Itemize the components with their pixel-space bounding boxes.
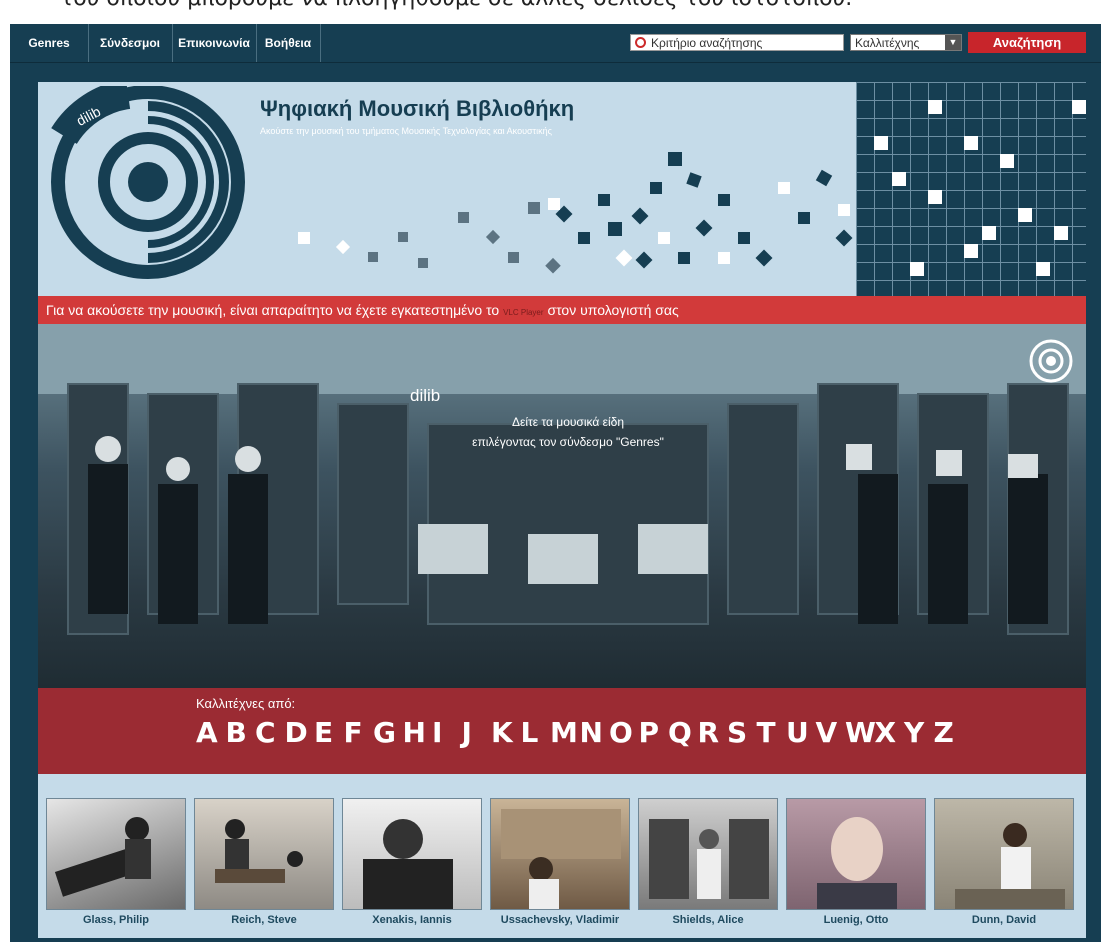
letter-link-k[interactable]: K [491,716,521,749]
artist-card[interactable]: Reich, Steve [194,798,334,926]
letter-link-i[interactable]: I [432,716,462,749]
letter-link-t[interactable]: T [757,716,787,749]
artist-photo[interactable] [342,798,482,910]
artist-photo[interactable] [786,798,926,910]
vlc-player-link[interactable]: VLC Player [503,308,543,317]
letter-link-s[interactable]: S [727,716,757,749]
nav-item-links[interactable]: Σύνδεσμοι [88,24,173,62]
studio-photo-icon [215,819,303,883]
letter-link-g[interactable]: G [373,716,403,749]
artist-photo[interactable] [46,798,186,910]
letter-link-b[interactable]: B [226,716,256,749]
portrait-photo-icon [955,823,1065,909]
letter-link-w[interactable]: W [845,716,876,749]
letter-link-r[interactable]: R [698,716,728,749]
chevron-down-icon[interactable]: ▼ [945,35,961,50]
portrait-photo-icon [817,817,897,909]
artist-card[interactable]: Dunn, David [934,798,1074,926]
artist-name[interactable]: Reich, Steve [194,914,334,926]
search-input[interactable]: Κριτήριο αναζήτησης [630,34,844,51]
computer-room-photo [38,324,1086,635]
caption-text: του οποίου μπορούμε να πλοηγηθούμε σε άλ… [60,0,852,11]
letter-link-l[interactable]: L [521,716,551,749]
featured-artists: Glass, Philip Reich, Steve Xenakis, Iann… [38,774,1086,938]
letter-link-y[interactable]: Y [904,716,934,749]
document-caption: του οποίου μπορούμε να πλοηγηθούμε σε άλ… [0,0,1103,24]
letter-link-u[interactable]: U [786,716,816,749]
header-banner: dilib Ψηφιακή Μουσική Βιβλιοθήκη Ακούστε… [38,82,1086,296]
letter-link-n[interactable]: N [580,716,610,749]
notice-text-after: στον υπολογιστή σας [547,302,679,318]
synthesizer-photo-icon [649,819,769,899]
artist-card[interactable]: Luenig, Otto [786,798,926,926]
letter-link-z[interactable]: Z [934,716,964,749]
search-icon [635,37,646,48]
hero-caption-line2: επιλέγοντας τον σύνδεσμο "Genres" [472,435,664,449]
hero-caption: Δείτε τα μουσικά είδη επιλέγοντας τον σύ… [418,412,718,452]
letter-link-v[interactable]: V [816,716,846,749]
artist-card[interactable]: Glass, Philip [46,798,186,926]
search-type-value: Καλλιτέχνης [855,36,920,50]
letter-link-m[interactable]: M [550,716,580,749]
alphabet-letters: A B C D E F G H I J K L M N O P Q R S T … [196,716,963,749]
letter-link-q[interactable]: Q [668,716,698,749]
hero-brand: dilib [410,386,441,405]
piano-player-photo-icon [54,817,151,897]
artist-alphabet-band: Καλλιτέχνες από: A B C D E F G H I J K L… [38,688,1086,774]
letter-link-e[interactable]: E [314,716,344,749]
letter-link-f[interactable]: F [344,716,374,749]
portrait-photo-icon [363,819,453,909]
hero-caption-line1: Δείτε τα μουσικά είδη [511,415,624,429]
artist-photo[interactable] [934,798,1074,910]
artist-photo[interactable] [194,798,334,910]
artist-photo[interactable] [638,798,778,910]
pixel-grid-graphic [856,82,1086,296]
grid-squares-icon [874,100,1086,276]
nav-item-help[interactable]: Βοήθεια [256,24,321,62]
artist-card[interactable]: Xenakis, Iannis [342,798,482,926]
artist-name[interactable]: Ussachevsky, Vladimir [490,914,630,926]
letter-link-o[interactable]: O [609,716,639,749]
letter-link-x[interactable]: X [875,716,905,749]
artist-name[interactable]: Luenig, Otto [786,914,926,926]
hero-image: dilib Δείτε τα μουσικά είδη επιλέγοντας … [38,324,1086,688]
letter-link-c[interactable]: C [255,716,285,749]
artist-name[interactable]: Shields, Alice [638,914,778,926]
search-button[interactable]: Αναζήτηση [968,32,1086,53]
top-nav: Genres Σύνδεσμοι Επικοινωνία Βοήθεια Κρι… [10,24,1101,63]
nav-item-genres[interactable]: Genres [10,24,89,62]
artist-name[interactable]: Xenakis, Iannis [342,914,482,926]
vlc-notice-bar: Για να ακούσετε την μουσική, είναι απαρα… [38,296,1086,324]
lab-photo-icon [501,809,621,909]
letter-link-j[interactable]: J [462,716,492,749]
search-placeholder: Κριτήριο αναζήτησης [651,36,763,50]
dilib-small-logo-icon [1029,339,1073,383]
search-type-select[interactable]: Καλλιτέχνης ▼ [850,34,962,51]
alphabet-label: Καλλιτέχνες από: [196,696,296,711]
letter-link-p[interactable]: P [639,716,669,749]
artist-name[interactable]: Dunn, David [934,914,1074,926]
artist-card[interactable]: Shields, Alice [638,798,778,926]
letter-link-h[interactable]: H [403,716,433,749]
letter-link-d[interactable]: D [285,716,315,749]
page-frame: Genres Σύνδεσμοι Επικοινωνία Βοήθεια Κρι… [10,24,1101,942]
artist-card[interactable]: Ussachevsky, Vladimir [490,798,630,926]
decorative-squares-icon [298,152,853,274]
artist-photo[interactable] [490,798,630,910]
artist-name[interactable]: Glass, Philip [46,914,186,926]
letter-link-a[interactable]: A [196,716,226,749]
notice-text-before: Για να ακούσετε την μουσική, είναι απαρα… [46,302,500,318]
nav-item-contact[interactable]: Επικοινωνία [172,24,257,62]
